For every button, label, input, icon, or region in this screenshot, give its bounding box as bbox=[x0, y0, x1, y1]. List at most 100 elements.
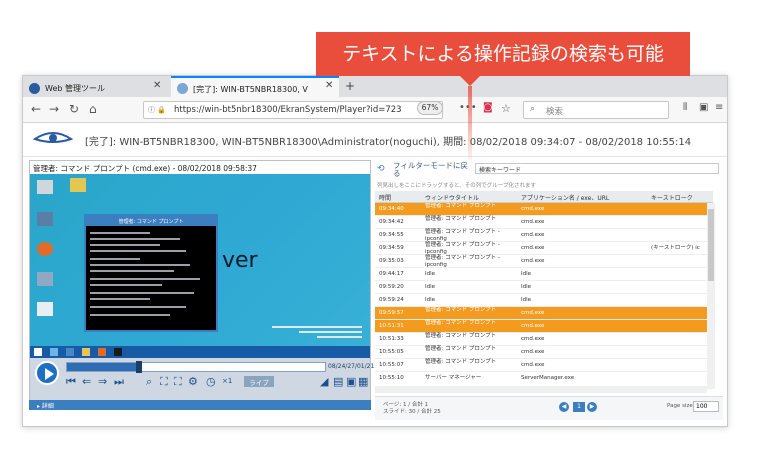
grouping-hint: 列見出しをここにドラッグすると、その列でグループ化されます bbox=[377, 183, 536, 189]
cell-window-title: 管理者: コマンド プロンプト bbox=[425, 320, 497, 326]
next-page-button[interactable]: ▶ bbox=[587, 402, 597, 412]
prev-page-button[interactable]: ◀ bbox=[559, 402, 569, 412]
cell-time: 09:34:42 bbox=[379, 219, 404, 225]
column-header-window-title[interactable]: ウィンドウタイトル bbox=[425, 193, 479, 202]
close-tab-icon[interactable]: ✕ bbox=[325, 80, 333, 91]
table-row[interactable]: 09:34:42 管理者: コマンド プロンプト cmd.exe bbox=[375, 216, 707, 229]
cell-application: ServerManager.exe bbox=[521, 375, 575, 381]
cell-application: cmd.exe bbox=[521, 349, 545, 355]
fullscreen-icon[interactable]: ⛶ bbox=[174, 376, 182, 387]
home-icon[interactable]: ⌂ bbox=[89, 102, 97, 116]
live-button[interactable]: ライブ bbox=[244, 376, 274, 387]
reload-icon[interactable]: ↻ bbox=[69, 102, 79, 116]
step-back-icon[interactable]: ⇐ bbox=[82, 376, 91, 387]
back-arrow-icon[interactable]: ← bbox=[31, 102, 41, 116]
export-icon[interactable]: ▤ bbox=[333, 376, 343, 387]
close-tab-icon[interactable]: ✕ bbox=[153, 80, 161, 91]
filter-mode-link[interactable]: フィルターモードに戻る bbox=[393, 162, 473, 178]
scroll-thumb[interactable] bbox=[708, 209, 714, 281]
tab-player[interactable]: [完了]: WIN-BT5NBR18300, V bbox=[171, 76, 339, 97]
vertical-scrollbar[interactable] bbox=[707, 203, 715, 389]
table-row[interactable]: 09:35:03 管理者: コマンド プロンプト - ipconfig cmd.ex… bbox=[375, 255, 707, 268]
page-info: ページ: 1 / 合計 1 スライド: 30 / 合計 25 bbox=[383, 402, 441, 416]
table-row[interactable]: 09:34:59 管理者: コマンド プロンプト - ipconfig cmd.ex… bbox=[375, 242, 707, 255]
cell-time: 10:55:07 bbox=[379, 362, 404, 368]
current-page[interactable]: 1 bbox=[573, 402, 585, 412]
save-icon[interactable]: ▣ bbox=[346, 376, 356, 387]
table-row[interactable]: 10:55:10 サーバー マネージャー ServerManager.exe bbox=[375, 372, 707, 383]
search-input[interactable]: ⌕ 検索 bbox=[523, 101, 669, 119]
firefox-icon bbox=[37, 242, 53, 256]
table-row[interactable]: 10:51:33 管理者: コマンド プロンプト cmd.exe bbox=[375, 333, 707, 346]
cmd-output-line bbox=[90, 238, 180, 240]
tab-web-admin[interactable]: Web 管理ツール bbox=[23, 78, 171, 97]
play-button[interactable] bbox=[35, 361, 59, 385]
timeline-handle[interactable] bbox=[136, 361, 143, 373]
forward-arrow-icon[interactable]: → bbox=[49, 102, 59, 116]
app-header: [完了]: WIN-BT5NBR18300, WIN-BT5NBR18300\A… bbox=[23, 123, 727, 157]
player-window-title: 管理者: コマンド プロンプト (cmd.exe) - 08/02/2018 0… bbox=[30, 161, 370, 174]
table-row[interactable]: 10:51:31 管理者: コマンド プロンプト cmd.exe bbox=[375, 320, 707, 333]
cell-application: cmd.exe bbox=[521, 362, 545, 368]
volume-icon[interactable]: ◢ bbox=[320, 376, 328, 387]
cell-application: Idle bbox=[521, 284, 532, 290]
cmd-output-line bbox=[90, 292, 194, 294]
cell-window-title: サーバー マネージャー bbox=[425, 375, 482, 381]
menu-icon[interactable]: ≡ bbox=[715, 102, 723, 113]
speed-icon[interactable]: ◷ bbox=[206, 376, 216, 387]
keyword-search-input[interactable]: 検索キーワード bbox=[475, 163, 719, 174]
table-row[interactable]: 09:34:40 管理者: コマンド プロンプト cmd.exe bbox=[375, 203, 707, 216]
cell-window-title: 管理者: コマンド プロンプト bbox=[425, 333, 497, 339]
new-tab-button[interactable]: + bbox=[345, 79, 355, 93]
table-row[interactable]: 09:59:57 管理者: コマンド プロンプト cmd.exe bbox=[375, 307, 707, 320]
cell-window-title: 管理者: コマンド プロンプト bbox=[425, 346, 497, 352]
print-icon[interactable]: ▦ bbox=[358, 376, 368, 387]
cmd-window-title: 管理者: コマンド プロンプト bbox=[86, 216, 216, 226]
page-info-slides: スライド: 30 / 合計 25 bbox=[383, 409, 441, 415]
table-row[interactable]: 10:55:07 管理者: コマンド プロンプト cmd.exe bbox=[375, 359, 707, 372]
details-expander[interactable]: ▸ 詳細 bbox=[29, 400, 371, 410]
cell-window-title: 管理者: コマンド プロンプト bbox=[425, 216, 497, 222]
cell-application: cmd.exe bbox=[521, 323, 545, 329]
table-row[interactable]: 09:59:24 Idle Idle bbox=[375, 294, 707, 307]
cell-application: cmd.exe bbox=[521, 206, 545, 212]
folder-icon bbox=[70, 178, 86, 192]
cell-time: 10:55:10 bbox=[379, 375, 404, 381]
cell-time: 10:51:33 bbox=[379, 336, 404, 342]
cmd-output-line bbox=[90, 244, 160, 246]
step-forward-icon[interactable]: ⇒ bbox=[98, 376, 107, 387]
table-row[interactable]: 10:55:05 管理者: コマンド プロンプト cmd.exe bbox=[375, 346, 707, 359]
cmd-output-line bbox=[90, 270, 174, 272]
fit-screen-icon[interactable]: ⛶ bbox=[160, 376, 168, 387]
pocket-icon[interactable]: ◙ bbox=[483, 102, 493, 113]
cell-application: cmd.exe bbox=[521, 245, 545, 251]
cell-window-title: 管理者: コマンド プロンプト - ipconfig bbox=[425, 242, 500, 255]
page-size-label: Page size: bbox=[667, 403, 695, 409]
library-icon[interactable]: ⫴ bbox=[683, 102, 687, 113]
table-row[interactable]: 09:34:55 管理者: コマンド プロンプト - ipconfig cmd.ex… bbox=[375, 229, 707, 242]
table-row[interactable]: 09:59:20 Idle Idle bbox=[375, 281, 707, 294]
column-header-keystrokes[interactable]: キーストローク bbox=[651, 193, 693, 202]
page-size-select[interactable]: 100 bbox=[693, 401, 719, 412]
playback-speed[interactable]: ×1 bbox=[222, 377, 232, 385]
bookmark-star-icon[interactable]: ☆ bbox=[501, 102, 511, 115]
taskbar-app-icon bbox=[50, 348, 58, 356]
skip-end-icon[interactable]: ⏭ bbox=[114, 376, 124, 387]
search-zoom-icon[interactable]: ⌕ bbox=[146, 376, 152, 387]
settings-icon[interactable]: ⚙ bbox=[188, 376, 198, 387]
zoom-level[interactable]: 67% bbox=[417, 101, 443, 115]
skip-start-icon[interactable]: ⏮ bbox=[66, 376, 76, 387]
timeline-slider[interactable] bbox=[66, 361, 326, 373]
site-info-icon[interactable]: ⓘ 🔒 bbox=[148, 105, 166, 115]
url-bar[interactable]: ⓘ 🔒 https://win-bt5nbr18300/EkranSystem/… bbox=[143, 101, 443, 119]
sidebar-icon[interactable]: ▣ bbox=[699, 102, 708, 113]
filter-mode-icon[interactable]: ⟲ bbox=[377, 164, 385, 174]
feature-callout: テキストによる操作記録の検索も可能 bbox=[316, 32, 690, 76]
cell-time: 09:59:20 bbox=[379, 284, 404, 290]
table-row[interactable]: 09:44:17 Idle Idle bbox=[375, 268, 707, 281]
column-header-application[interactable]: アプリケーション名 / exe、URL bbox=[521, 193, 609, 202]
cmd-output-line bbox=[90, 284, 162, 286]
horizontal-scrollbar[interactable] bbox=[375, 386, 707, 393]
column-header-time[interactable]: 時間 bbox=[379, 193, 391, 202]
recycle-bin-icon bbox=[37, 180, 53, 194]
